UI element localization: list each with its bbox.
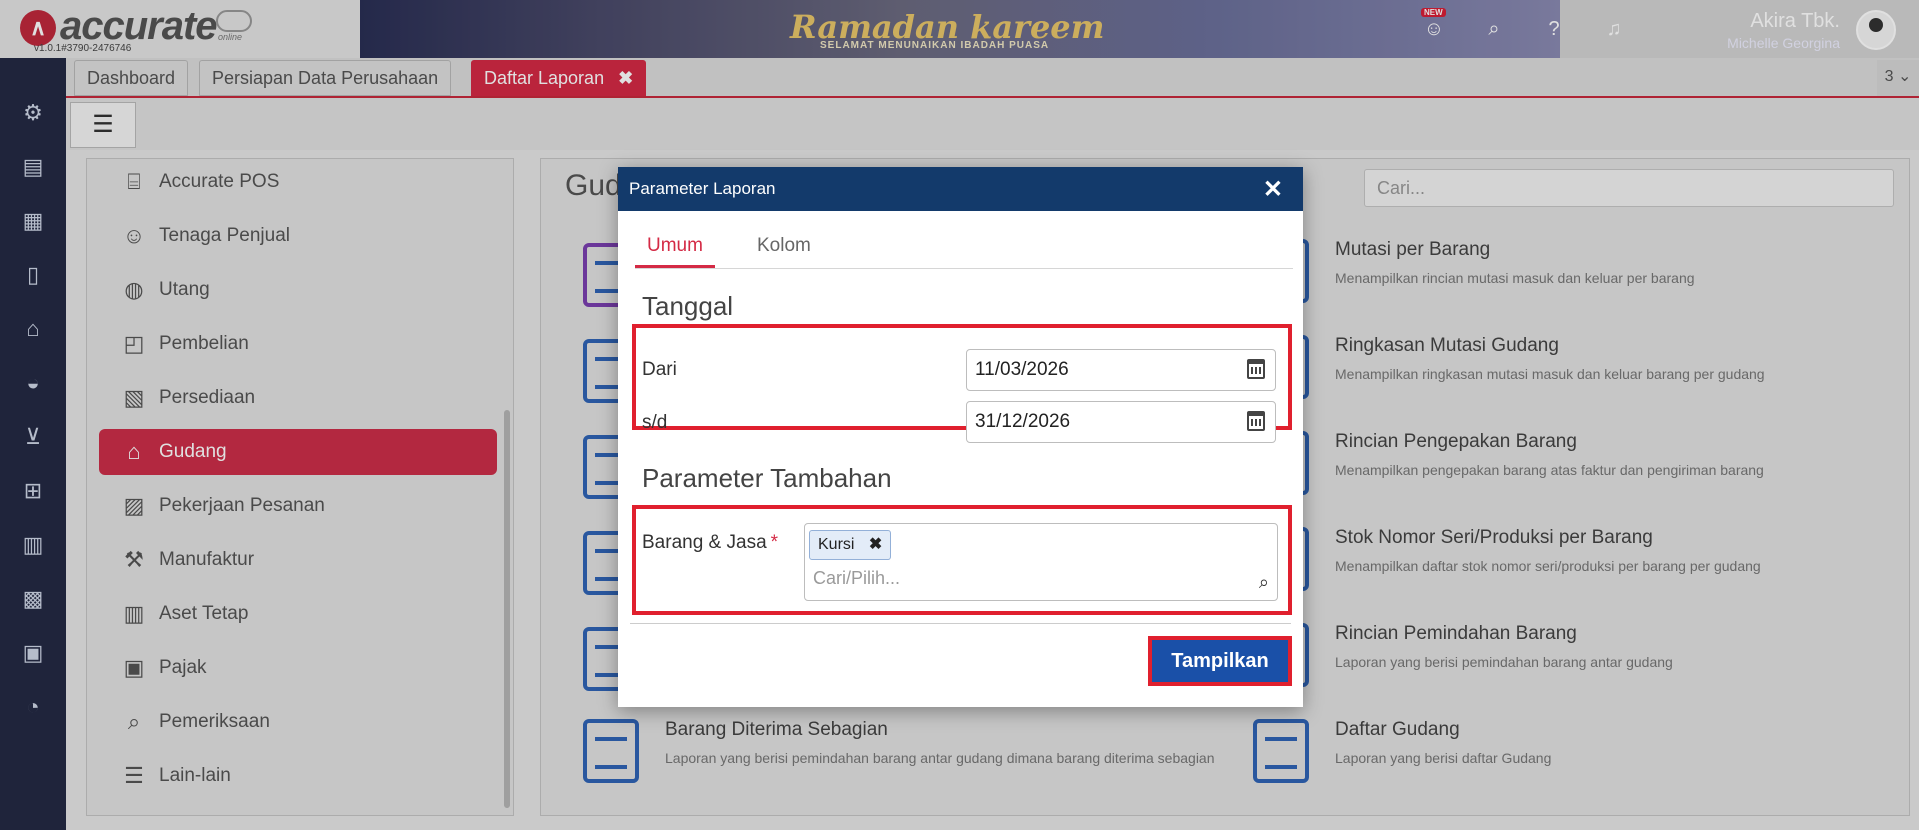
search-icon[interactable]: ⌕ [1259, 572, 1269, 593]
from-date-value: 11/03/2026 [975, 359, 1069, 380]
required-mark: * [770, 532, 779, 553]
chip-label: Kursi [818, 536, 855, 553]
dialog-tabs: Umum Kolom [635, 227, 1293, 269]
items-multiselect[interactable]: Kursi ✖ Cari/Pilih... ⌕ [804, 523, 1278, 601]
to-date-value: 31/12/2026 [975, 411, 1071, 432]
tampilkan-button[interactable]: Tampilkan [1152, 640, 1288, 682]
tab-umum[interactable]: Umum [635, 235, 715, 268]
items-search-input[interactable]: Cari/Pilih... [813, 568, 900, 589]
section-title-parameter-tambahan: Parameter Tambahan [642, 463, 892, 493]
dialog-title: Parameter Laporan [629, 179, 776, 198]
tab-kolom[interactable]: Kolom [757, 235, 811, 265]
calendar-icon[interactable] [1247, 359, 1265, 379]
report-parameter-dialog: Parameter Laporan ✕ Umum Kolom Tanggal D… [618, 167, 1303, 707]
to-label: s/d [642, 412, 668, 433]
from-label: Dari [642, 359, 677, 380]
items-label-text: Barang & Jasa [642, 532, 767, 553]
selected-item-chip: Kursi ✖ [809, 530, 892, 560]
items-label: Barang & Jasa * [642, 532, 778, 554]
calendar-icon[interactable] [1247, 411, 1265, 431]
divider [630, 623, 1291, 624]
remove-chip-icon[interactable]: ✖ [869, 536, 882, 553]
from-date-input[interactable]: 11/03/2026 [966, 349, 1276, 391]
to-date-input[interactable]: 31/12/2026 [966, 401, 1276, 443]
close-icon[interactable]: ✕ [1263, 175, 1283, 204]
submit-highlight-box: Tampilkan [1148, 636, 1292, 686]
dialog-header: Parameter Laporan ✕ [618, 167, 1303, 211]
section-title-tanggal: Tanggal [642, 291, 734, 321]
